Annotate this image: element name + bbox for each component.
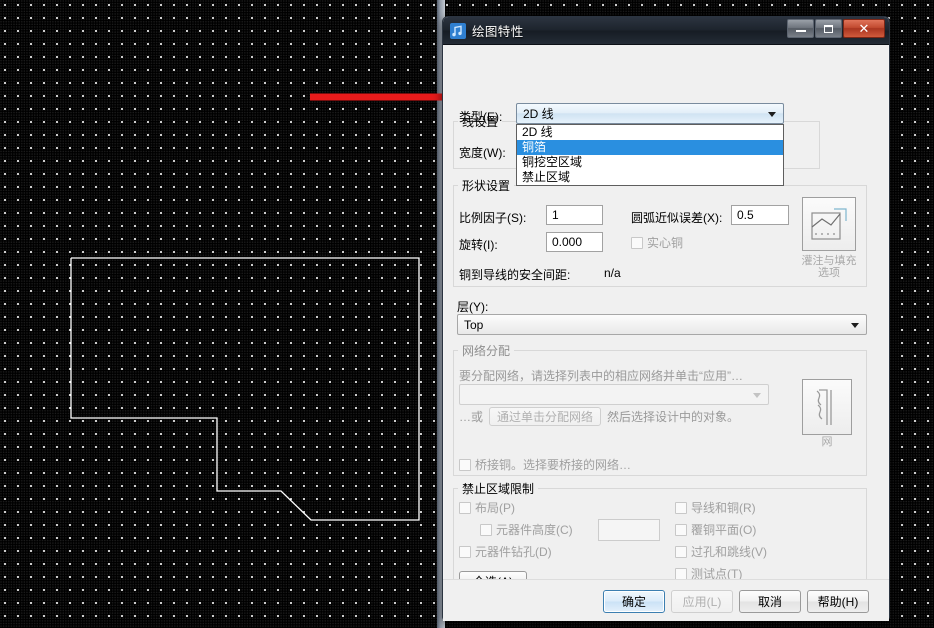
copper-clearance-value: n/a	[604, 266, 621, 280]
type-combobox[interactable]: 2D 线	[516, 103, 784, 124]
type-label: 类型(E):	[459, 110, 503, 124]
keepout-copper-plane-checkbox[interactable]: 覆铜平面(O)	[675, 521, 756, 538]
net-assignment-hint: 要分配网络，请选择列表中的相应网络并单击“应用”…	[459, 369, 743, 383]
scale-factor-label: 比例因子(S):	[459, 211, 527, 225]
net-or-suffix: 然后选择设计中的对象。	[607, 410, 740, 424]
solid-copper-label: 实心铜	[647, 236, 684, 250]
layer-combobox[interactable]: Top	[457, 314, 867, 335]
keepout-restrictions-title: 禁止区域限制	[458, 480, 539, 497]
maximize-icon	[824, 24, 833, 33]
checkbox-box-icon	[675, 567, 687, 580]
pour-fill-options-button[interactable]	[802, 197, 856, 251]
drawing-properties-dialog[interactable]: 绘图特性 ✕ 线设置 宽度(W): 类型(E): 2D 线 2D 线铜箔 铜挖空区…	[442, 16, 890, 621]
net-icon-caption: 网	[821, 436, 833, 448]
net-trace-icon	[816, 389, 832, 425]
type-dropdown-option[interactable]: 铜挖空区域	[517, 155, 783, 170]
checkbox-box-icon	[631, 236, 643, 249]
net-select-combobox[interactable]	[459, 384, 769, 405]
pour-fill-caption-line1: 灌注与填充	[801, 255, 857, 267]
keepout-vias-jumpers-checkbox[interactable]: 过孔和跳线(V)	[675, 543, 767, 560]
apply-button[interactable]: 应用(L)	[671, 590, 733, 613]
net-or-prefix: …或	[459, 410, 484, 424]
arc-error-input[interactable]: 0.5	[731, 205, 789, 225]
net-icon-button[interactable]	[802, 379, 852, 435]
type-dropdown-list[interactable]: 2D 线铜箔 铜挖空区域 禁止区域	[516, 124, 784, 186]
keepout-copper-plane-label: 覆铜平面(O)	[691, 523, 757, 537]
music-note-icon	[450, 22, 466, 39]
solid-copper-checkbox[interactable]: 实心铜	[631, 234, 683, 251]
checkbox-box-icon	[459, 458, 471, 471]
layer-label: 层(Y):	[457, 300, 489, 314]
keepout-placement-label: 布局(P)	[475, 501, 515, 515]
type-dropdown-option[interactable]: 禁止区域	[517, 170, 783, 185]
checkbox-box-icon	[459, 501, 471, 514]
pour-fill-options-caption: 灌注与填充 选项	[791, 255, 867, 279]
bridge-copper-label: 桥接铜。选择要桥接的网络…	[475, 458, 632, 472]
minimize-icon	[795, 30, 806, 32]
chevron-down-icon	[768, 112, 776, 117]
cancel-button[interactable]: 取消	[739, 590, 801, 613]
pour-fill-caption-line2: 选项	[818, 267, 840, 279]
dialog-title: 绘图特性	[472, 25, 524, 39]
chevron-down-icon	[753, 393, 761, 398]
rotation-input[interactable]: 0.000	[546, 232, 603, 252]
dialog-body: 线设置 宽度(W): 类型(E): 2D 线 2D 线铜箔 铜挖空区域 禁止区域 形…	[443, 45, 889, 621]
checkbox-box-icon	[675, 545, 687, 558]
checkbox-box-icon	[675, 523, 687, 536]
width-label: 宽度(W):	[459, 146, 506, 160]
keepout-component-drill-label: 元器件钻孔(D)	[475, 545, 552, 559]
maximize-button[interactable]	[815, 19, 842, 38]
keepout-component-drill-checkbox[interactable]: 元器件钻孔(D)	[459, 543, 552, 560]
type-combobox-value: 2D 线	[523, 107, 554, 121]
keepout-placement-checkbox[interactable]: 布局(P)	[459, 499, 515, 516]
minimize-button[interactable]	[787, 19, 814, 38]
rotation-label: 旋转(I):	[459, 238, 498, 252]
bridge-copper-checkbox[interactable]: 桥接铜。选择要桥接的网络…	[459, 456, 631, 473]
checkbox-box-icon	[675, 501, 687, 514]
close-button[interactable]: ✕	[843, 19, 885, 38]
keepout-traces-copper-checkbox[interactable]: 导线和铜(R)	[675, 499, 756, 516]
dialog-footer: 确定 应用(L) 取消 帮助(H)	[443, 579, 889, 621]
ok-button[interactable]: 确定	[603, 590, 665, 613]
net-assignment-title: 网络分配	[458, 342, 515, 359]
keepout-component-height-checkbox[interactable]: 元器件高度(C)	[480, 521, 573, 538]
type-dropdown-option[interactable]: 2D 线	[517, 125, 783, 140]
close-icon: ✕	[858, 20, 870, 36]
chevron-down-icon	[851, 323, 859, 328]
keepout-component-height-label: 元器件高度(C)	[496, 523, 573, 537]
help-button[interactable]: 帮助(H)	[807, 590, 869, 613]
checkbox-box-icon	[480, 523, 492, 536]
keepout-vias-jumpers-label: 过孔和跳线(V)	[691, 545, 767, 559]
assign-net-by-click-button[interactable]: 通过单击分配网络	[489, 407, 602, 426]
keepout-traces-copper-label: 导线和铜(R)	[691, 501, 756, 515]
shape-settings-title: 形状设置	[458, 177, 515, 194]
window-controls: ✕	[786, 19, 885, 38]
arc-error-label: 圆弧近似误差(X):	[631, 211, 723, 225]
component-height-input[interactable]	[598, 519, 660, 541]
scale-factor-input[interactable]: 1	[546, 205, 603, 225]
dialog-titlebar[interactable]: 绘图特性 ✕	[443, 17, 889, 45]
pour-fill-shape-icon	[811, 208, 847, 240]
checkbox-box-icon	[459, 545, 471, 558]
copper-clearance-label: 铜到导线的安全间距:	[459, 268, 571, 282]
type-dropdown-option[interactable]: 铜箔	[517, 140, 783, 155]
layer-combobox-value: Top	[464, 317, 484, 332]
